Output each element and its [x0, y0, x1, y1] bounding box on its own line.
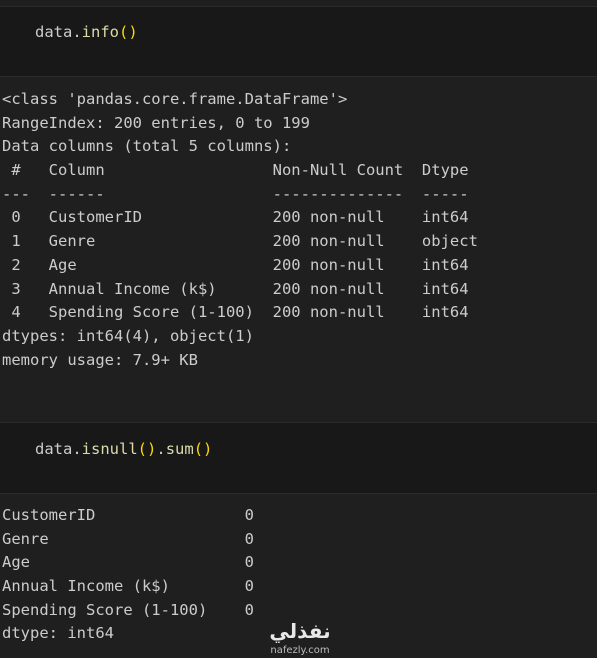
output-line: Annual Income (k$) 0 [2, 577, 254, 596]
code-line[interactable]: data.isnull().sum() [35, 440, 212, 458]
cell-output-info: <class 'pandas.core.frame.DataFrame'> Ran… [2, 88, 478, 372]
output-line: Age 0 [2, 553, 254, 572]
output-line: 2 Age 200 non-null int64 [2, 255, 478, 274]
code-method-info: info [81, 23, 119, 41]
output-line: <class 'pandas.core.frame.DataFrame'> [2, 90, 348, 108]
watermark-logo: نفذلي nafezly.com [262, 618, 338, 658]
output-line: --- ------ -------------- ----- [2, 184, 478, 203]
code-cell-info[interactable]: data.info() [0, 6, 597, 77]
code-method-sum: sum [165, 440, 194, 458]
watermark-latin-text: nafezly.com [270, 645, 330, 656]
code-paren-close: ) [203, 440, 213, 458]
output-line: 3 Annual Income (k$) 200 non-null int64 [2, 279, 478, 298]
code-paren-open: ( [137, 440, 148, 458]
output-line: Genre 0 [2, 529, 254, 548]
code-dot: . [156, 440, 166, 458]
output-line: dtypes: int64(4), object(1) [2, 326, 254, 345]
output-line: dtype: int64 [2, 624, 114, 643]
watermark-arabic-text: نفذلي [269, 619, 331, 643]
code-cell-isnull-sum[interactable]: data.isnull().sum() [0, 422, 597, 494]
code-dot: . [72, 440, 82, 458]
code-object: data [35, 440, 73, 458]
code-method-isnull: isnull [81, 440, 138, 458]
output-line: 0 CustomerID 200 non-null int64 [2, 208, 478, 227]
output-line: CustomerID 0 [2, 506, 254, 524]
code-line[interactable]: data.info() [35, 23, 138, 41]
output-line: # Column Non-Null Count Dtype [2, 161, 478, 180]
output-line: RangeIndex: 200 entries, 0 to 199 [2, 113, 310, 132]
output-line: 4 Spending Score (1-100) 200 non-null in… [2, 303, 478, 322]
code-object: data [35, 23, 73, 41]
code-dot: . [72, 23, 82, 41]
code-paren-close: ) [147, 440, 157, 458]
code-paren-close: ) [128, 23, 138, 41]
output-line: Spending Score (1-100) 0 [2, 600, 254, 619]
cell-output-isnull-sum: CustomerID 0 Genre 0 Age 0 Annual Income (k… [2, 504, 254, 646]
output-line: Data columns (total 5 columns): [2, 137, 292, 156]
code-paren-open: ( [119, 23, 129, 41]
code-paren-open: ( [193, 440, 204, 458]
output-line: 1 Genre 200 non-null object [2, 232, 478, 251]
output-line: memory usage: 7.9+ KB [2, 350, 198, 369]
